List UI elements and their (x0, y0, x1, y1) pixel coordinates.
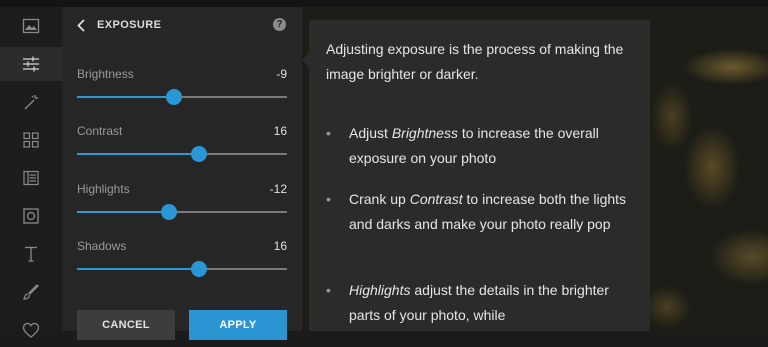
overlay-tool[interactable] (11, 161, 51, 195)
top-bar (0, 0, 768, 7)
slider-track[interactable] (77, 204, 287, 220)
apply-button[interactable]: APPLY (189, 310, 287, 340)
back-button[interactable] (74, 17, 88, 33)
image-icon (22, 18, 40, 34)
bullet-mark: • (326, 282, 331, 298)
slider-value: -12 (269, 182, 287, 196)
brush-icon (22, 284, 39, 300)
effects-tool[interactable] (11, 85, 51, 119)
slider-track[interactable] (77, 146, 287, 162)
emphasis: Highlights (349, 282, 411, 298)
focus-icon (23, 208, 39, 224)
bullet-mark: • (326, 191, 331, 207)
chevron-left-icon (77, 18, 85, 32)
contrast-slider: Contrast 16 (77, 124, 287, 168)
exposure-panel: EXPOSURE ? Brightness -9 Contrast 16 Hig… (62, 7, 302, 340)
frames-tool[interactable] (11, 199, 51, 233)
slider-label: Brightness (77, 67, 134, 81)
highlights-slider: Highlights -12 (77, 182, 287, 226)
emphasis: Brightness (391, 125, 458, 141)
slider-handle[interactable] (191, 146, 207, 162)
brightness-slider: Brightness -9 (77, 67, 287, 111)
slider-handle[interactable] (161, 204, 177, 220)
draw-tool[interactable] (11, 275, 51, 309)
magic-wand-icon (24, 95, 38, 110)
tooltip-arrow (302, 52, 309, 68)
slider-track[interactable] (77, 89, 287, 105)
tooltip-bullet-text: Adjust Brightness to increase the overal… (349, 125, 599, 166)
sliders-icon (23, 56, 39, 72)
slider-fill (77, 96, 174, 98)
text-icon (25, 246, 37, 262)
heart-icon (22, 322, 40, 338)
panel-title: EXPOSURE (97, 19, 162, 31)
slider-label: Highlights (77, 182, 130, 196)
slider-label: Contrast (77, 124, 123, 138)
tool-rail (0, 7, 62, 338)
text-tool[interactable] (11, 237, 51, 271)
slider-label: Shadows (77, 239, 127, 253)
collage-tool[interactable] (11, 123, 51, 157)
slider-fill (77, 268, 199, 270)
slider-fill (77, 211, 169, 213)
slider-value: 16 (273, 124, 287, 138)
slider-handle[interactable] (166, 89, 182, 105)
emphasis: Contrast (409, 191, 463, 207)
tooltip-bullet-text: Crank up Contrast to increase both the l… (349, 191, 627, 232)
bullet-mark: • (326, 125, 331, 141)
slider-handle[interactable] (191, 261, 207, 277)
shadows-slider: Shadows 16 (77, 239, 287, 283)
grid-icon (23, 132, 39, 148)
slider-value: 16 (273, 239, 287, 253)
tooltip-intro: Adjusting exposure is the process of mak… (326, 41, 624, 82)
help-button[interactable]: ? (273, 18, 286, 31)
tooltip-bullet-text: Highlights adjust the details in the bri… (349, 282, 609, 323)
frame-icon (23, 170, 39, 186)
panel-header: EXPOSURE ? (62, 7, 302, 43)
slider-track[interactable] (77, 261, 287, 277)
adjust-tool[interactable] (0, 47, 62, 81)
cancel-button[interactable]: CANCEL (77, 310, 175, 340)
slider-fill (77, 153, 199, 155)
slider-value: -9 (276, 67, 287, 81)
image-tool[interactable] (11, 9, 51, 43)
exposure-help-tooltip: Adjusting exposure is the process of mak… (309, 20, 650, 331)
favorites-tool[interactable] (11, 313, 51, 347)
